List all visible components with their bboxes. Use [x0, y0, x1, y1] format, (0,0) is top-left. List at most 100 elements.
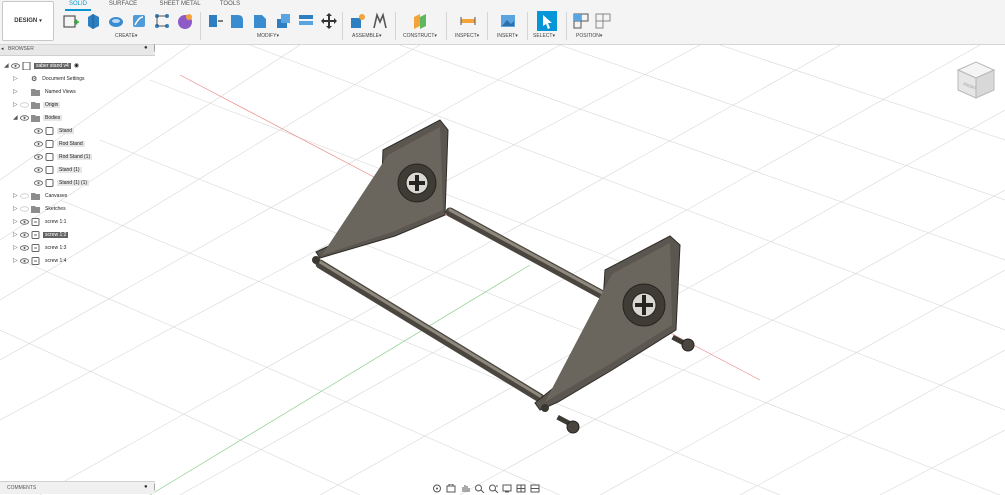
orbit-icon[interactable]	[432, 484, 443, 493]
fit-icon[interactable]	[488, 484, 499, 493]
chevron-down-icon: ▾	[434, 33, 437, 39]
tab-tools[interactable]: TOOLS	[218, 0, 242, 9]
assemble-menu[interactable]: ASSEMBLE▾	[352, 33, 381, 39]
tab-solid[interactable]: SOLID	[65, 0, 91, 11]
tree-item-screw-1-4[interactable]: ▷ screw 1:4	[13, 255, 68, 266]
measure-icon[interactable]	[459, 12, 477, 30]
expand-triangle-icon[interactable]: ▷	[13, 75, 20, 82]
tree-item-screw-1-2[interactable]: ▷ screw 1:2	[13, 229, 69, 240]
comments-panel[interactable]: COMMENTS ● ▕	[0, 481, 155, 494]
extrude-icon[interactable]	[84, 12, 102, 30]
inspect-menu[interactable]: INSPECT▾	[455, 33, 479, 39]
create-menu[interactable]: CREATE▾	[115, 33, 137, 39]
look-at-icon[interactable]	[446, 483, 457, 493]
position-menu[interactable]: POSITION▾	[576, 33, 602, 39]
screw-model-2[interactable]	[556, 414, 580, 434]
expand-triangle-icon[interactable]: ◢	[4, 62, 11, 69]
new-component-icon[interactable]	[348, 12, 366, 30]
panel-toggle-icon[interactable]: ▕	[150, 45, 155, 52]
tree-item-named-views[interactable]: ▷ Named Views	[13, 86, 78, 97]
document-name[interactable]: saber stand v4	[34, 62, 71, 69]
chamfer-icon[interactable]	[251, 12, 269, 30]
panel-toggle-icon[interactable]: ▕	[150, 484, 155, 491]
offset-plane-icon[interactable]	[411, 12, 429, 30]
expand-triangle-icon[interactable]: ▷	[13, 88, 20, 95]
tree-item-body-stand[interactable]: Stand	[34, 125, 75, 136]
tree-item-body-stand-1-1[interactable]: Stand (1) (1)	[34, 177, 90, 188]
separator	[487, 12, 488, 40]
capture-position-icon[interactable]	[572, 12, 590, 30]
tree-item-body-rod-stand[interactable]: Rod Stand	[34, 138, 85, 149]
shell-icon[interactable]	[274, 12, 292, 30]
visibility-eye-icon[interactable]	[20, 218, 29, 225]
move-icon[interactable]	[320, 12, 338, 30]
activate-radio-icon[interactable]: ◉	[74, 62, 79, 69]
press-pull-icon[interactable]	[206, 12, 224, 30]
visibility-eye-icon[interactable]	[34, 179, 43, 186]
tree-item-origin[interactable]: ▷ Origin	[13, 99, 61, 110]
expand-triangle-icon[interactable]: ▷	[13, 257, 20, 264]
modify-menu[interactable]: MODIFY▾	[257, 33, 279, 39]
visibility-eye-icon[interactable]	[11, 62, 20, 69]
folder-icon	[31, 192, 40, 200]
tree-item-bodies[interactable]: ◢ Bodies	[13, 112, 63, 123]
comments-title: COMMENTS	[7, 485, 37, 491]
separator	[527, 12, 528, 40]
collapse-icon[interactable]: ◂	[1, 46, 4, 52]
insert-image-icon[interactable]	[499, 12, 517, 30]
tree-item-document-settings[interactable]: ▷ ⚙ Document Settings	[13, 73, 87, 84]
visibility-eye-icon[interactable]	[20, 192, 29, 199]
pan-icon[interactable]	[460, 484, 471, 493]
display-settings-icon[interactable]	[502, 484, 513, 493]
select-menu[interactable]: SELECT▾	[533, 33, 555, 39]
select-icon[interactable]	[537, 11, 557, 31]
visibility-eye-icon[interactable]	[34, 153, 43, 160]
pin-icon[interactable]: ●	[144, 484, 148, 490]
chevron-down-icon: ▾	[134, 33, 138, 39]
visibility-eye-icon[interactable]	[34, 140, 43, 147]
grid-settings-icon[interactable]	[516, 484, 527, 493]
collapse-triangle-icon[interactable]: ◢	[13, 114, 20, 121]
expand-triangle-icon[interactable]: ▷	[13, 101, 20, 108]
revert-position-icon[interactable]	[594, 12, 612, 30]
viewcube[interactable]: FRONT	[950, 52, 1000, 102]
zoom-icon[interactable]	[474, 484, 485, 493]
screw-model-1[interactable]	[671, 334, 695, 352]
tab-sheet-metal[interactable]: SHEET METAL	[158, 0, 202, 9]
expand-triangle-icon[interactable]: ▷	[13, 205, 20, 212]
visibility-eye-icon[interactable]	[20, 114, 29, 121]
expand-triangle-icon[interactable]: ▷	[13, 192, 20, 199]
visibility-eye-icon[interactable]	[34, 127, 43, 134]
pin-icon[interactable]: ●	[144, 45, 148, 51]
workspace-switcher-button[interactable]: DESIGN ▾	[2, 1, 54, 41]
tree-item-screw-1-1[interactable]: ▷ screw 1:1	[13, 216, 68, 227]
tree-item-sketches[interactable]: ▷ Sketches	[13, 203, 68, 214]
new-sketch-icon[interactable]	[62, 12, 80, 30]
expand-triangle-icon[interactable]: ▷	[13, 218, 20, 225]
visibility-eye-icon[interactable]	[20, 244, 29, 251]
tree-item-screw-1-3[interactable]: ▷ screw 1:3	[13, 242, 68, 253]
joint-icon[interactable]	[371, 12, 389, 30]
gear-icon: ⚙	[31, 75, 38, 83]
visibility-eye-icon[interactable]	[20, 205, 29, 212]
tab-surface[interactable]: SURFACE	[108, 0, 138, 9]
browser-root-row[interactable]: ◢ saber stand v4 ◉	[4, 60, 79, 71]
construct-menu[interactable]: CONSTRUCT▾	[403, 33, 437, 39]
visibility-eye-icon[interactable]	[20, 101, 29, 108]
tree-item-canvases[interactable]: ▷ Canvases	[13, 190, 69, 201]
fillet-icon[interactable]	[228, 12, 246, 30]
rib-icon[interactable]	[153, 12, 171, 30]
combine-icon[interactable]	[297, 12, 315, 30]
visibility-eye-icon[interactable]	[34, 166, 43, 173]
sweep-icon[interactable]	[130, 12, 148, 30]
revolve-icon[interactable]	[107, 12, 125, 30]
expand-triangle-icon[interactable]: ▷	[13, 244, 20, 251]
expand-triangle-icon[interactable]: ▷	[13, 231, 20, 238]
viewports-icon[interactable]	[530, 484, 541, 493]
visibility-eye-icon[interactable]	[20, 231, 29, 238]
insert-menu[interactable]: INSERT▾	[497, 33, 518, 39]
visibility-eye-icon[interactable]	[20, 257, 29, 264]
tree-item-body-stand-1[interactable]: Stand (1)	[34, 164, 82, 175]
tree-item-body-rod-stand-1[interactable]: Rod Stand (1)	[34, 151, 93, 162]
form-icon[interactable]	[176, 12, 194, 30]
